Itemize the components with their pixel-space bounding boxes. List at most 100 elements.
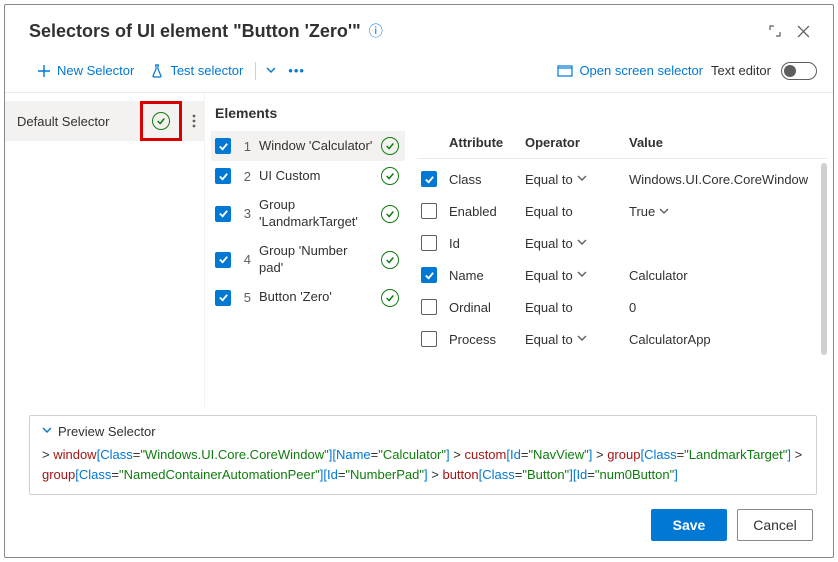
attribute-row: Name Equal to Calculator: [417, 259, 817, 291]
attribute-value[interactable]: True: [629, 204, 813, 219]
selector-status-ok-icon: [152, 112, 170, 130]
element-checkbox[interactable]: [215, 168, 231, 184]
element-index: 5: [239, 290, 251, 305]
attribute-value[interactable]: 0: [629, 300, 813, 315]
cancel-label: Cancel: [753, 517, 797, 533]
open-screen-selector-button[interactable]: Open screen selector: [549, 59, 711, 82]
operator-dropdown[interactable]: Equal to: [525, 236, 621, 251]
status-ok-icon: [381, 251, 399, 269]
new-selector-label: New Selector: [57, 63, 134, 78]
element-row[interactable]: 3 Group 'LandmarkTarget': [211, 191, 405, 237]
selector-name: Default Selector: [17, 114, 140, 129]
attribute-row: OrdinalEqual to0: [417, 291, 817, 323]
operator-dropdown[interactable]: Equal to: [525, 268, 621, 283]
attribute-row: Enabled Equal to True: [417, 195, 817, 227]
element-label: Group 'Number pad': [259, 243, 373, 277]
chevron-down-icon[interactable]: [577, 237, 587, 250]
chevron-down-icon[interactable]: [659, 208, 669, 219]
operator-dropdown[interactable]: Equal to: [525, 332, 621, 347]
preview-toggle[interactable]: Preview Selector: [42, 424, 804, 445]
expand-icon[interactable]: [761, 17, 789, 45]
preview-label: Preview Selector: [58, 424, 156, 439]
element-checkbox[interactable]: [215, 206, 231, 222]
element-checkbox[interactable]: [215, 290, 231, 306]
save-button[interactable]: Save: [651, 509, 727, 541]
attribute-name: Process: [449, 332, 517, 347]
attribute-checkbox[interactable]: [421, 171, 437, 187]
element-label: Button 'Zero': [259, 289, 373, 306]
element-row[interactable]: 4 Group 'Number pad': [211, 237, 405, 283]
dialog-title: Selectors of UI element "Button 'Zero'": [29, 21, 361, 42]
highlight-box: [140, 101, 182, 141]
attribute-value[interactable]: Calculator: [629, 268, 813, 283]
chevron-down-icon[interactable]: [577, 333, 587, 346]
operator-dropdown[interactable]: Equal to: [525, 204, 621, 219]
attributes-table: Attribute Operator Value Class Equal to Wi…: [417, 129, 827, 355]
attribute-checkbox[interactable]: [421, 331, 437, 347]
text-editor-toggle[interactable]: [781, 62, 817, 80]
attribute-checkbox[interactable]: [421, 299, 437, 315]
element-index: 2: [239, 169, 251, 184]
attribute-row: Id Equal to: [417, 227, 817, 259]
attribute-name: Class: [449, 172, 517, 187]
selector-more-icon[interactable]: [184, 101, 204, 141]
test-selector-dropdown[interactable]: [260, 59, 282, 82]
scrollbar[interactable]: [821, 163, 827, 355]
attr-header-value: Value: [629, 135, 823, 150]
titlebar: Selectors of UI element "Button 'Zero'" …: [5, 5, 833, 55]
selector-row-default[interactable]: Default Selector: [5, 101, 204, 141]
attribute-checkbox[interactable]: [421, 235, 437, 251]
attributes-header: Attribute Operator Value: [417, 129, 827, 159]
element-checkbox[interactable]: [215, 252, 231, 268]
element-index: 3: [239, 206, 251, 221]
attribute-name: Name: [449, 268, 517, 283]
status-ok-icon: [381, 137, 399, 155]
element-index: 4: [239, 252, 251, 267]
test-selector-button[interactable]: Test selector: [142, 59, 251, 82]
attribute-name: Id: [449, 236, 517, 251]
footer: Save Cancel: [5, 495, 833, 557]
element-label: UI Custom: [259, 168, 373, 185]
attribute-value[interactable]: CalculatorApp: [629, 332, 813, 347]
element-label: Window 'Calculator': [259, 138, 373, 155]
attribute-value[interactable]: Windows.UI.Core.CoreWindow: [629, 172, 813, 187]
element-label: Group 'LandmarkTarget': [259, 197, 373, 231]
chevron-down-icon[interactable]: [577, 269, 587, 282]
text-editor-label: Text editor: [711, 63, 773, 78]
chevron-down-icon: [42, 425, 52, 438]
save-label: Save: [673, 517, 706, 533]
elements-title: Elements: [211, 101, 405, 131]
attribute-name: Enabled: [449, 204, 517, 219]
toolbar: New Selector Test selector ••• Open scre…: [5, 55, 833, 93]
element-row[interactable]: 2 UI Custom: [211, 161, 405, 191]
attr-header-attribute: Attribute: [449, 135, 517, 150]
new-selector-button[interactable]: New Selector: [29, 59, 142, 82]
close-icon[interactable]: [789, 17, 817, 45]
attribute-row: Class Equal to Windows.UI.Core.CoreWindow: [417, 163, 817, 195]
cancel-button[interactable]: Cancel: [737, 509, 813, 541]
element-index: 1: [239, 139, 251, 154]
operator-dropdown[interactable]: Equal to: [525, 300, 621, 315]
attribute-checkbox[interactable]: [421, 203, 437, 219]
preview-selector-panel: Preview Selector > window[Class="Windows…: [29, 415, 817, 495]
status-ok-icon: [381, 289, 399, 307]
more-actions-button[interactable]: •••: [282, 59, 311, 82]
element-row[interactable]: 5 Button 'Zero': [211, 283, 405, 313]
element-row[interactable]: 1 Window 'Calculator': [211, 131, 405, 161]
elements-panel: Elements 1 Window 'Calculator' 2 UI Custom 3…: [205, 93, 405, 407]
attributes-panel: Attribute Operator Value Class Equal to Wi…: [405, 93, 833, 407]
attr-header-operator: Operator: [525, 135, 621, 150]
attribute-row: Process Equal to CalculatorApp: [417, 323, 817, 355]
open-screen-selector-label: Open screen selector: [579, 63, 703, 78]
selectors-panel: Default Selector: [5, 93, 205, 407]
operator-dropdown[interactable]: Equal to: [525, 172, 621, 187]
body: Default Selector Elements 1 Window 'Calcu…: [5, 93, 833, 407]
element-checkbox[interactable]: [215, 138, 231, 154]
status-ok-icon: [381, 205, 399, 223]
text-editor-toggle-group: Text editor: [711, 62, 817, 80]
attribute-checkbox[interactable]: [421, 267, 437, 283]
chevron-down-icon[interactable]: [577, 173, 587, 186]
info-icon[interactable]: ⓘ: [369, 21, 383, 41]
dialog: Selectors of UI element "Button 'Zero'" …: [4, 4, 834, 558]
test-selector-label: Test selector: [170, 63, 243, 78]
